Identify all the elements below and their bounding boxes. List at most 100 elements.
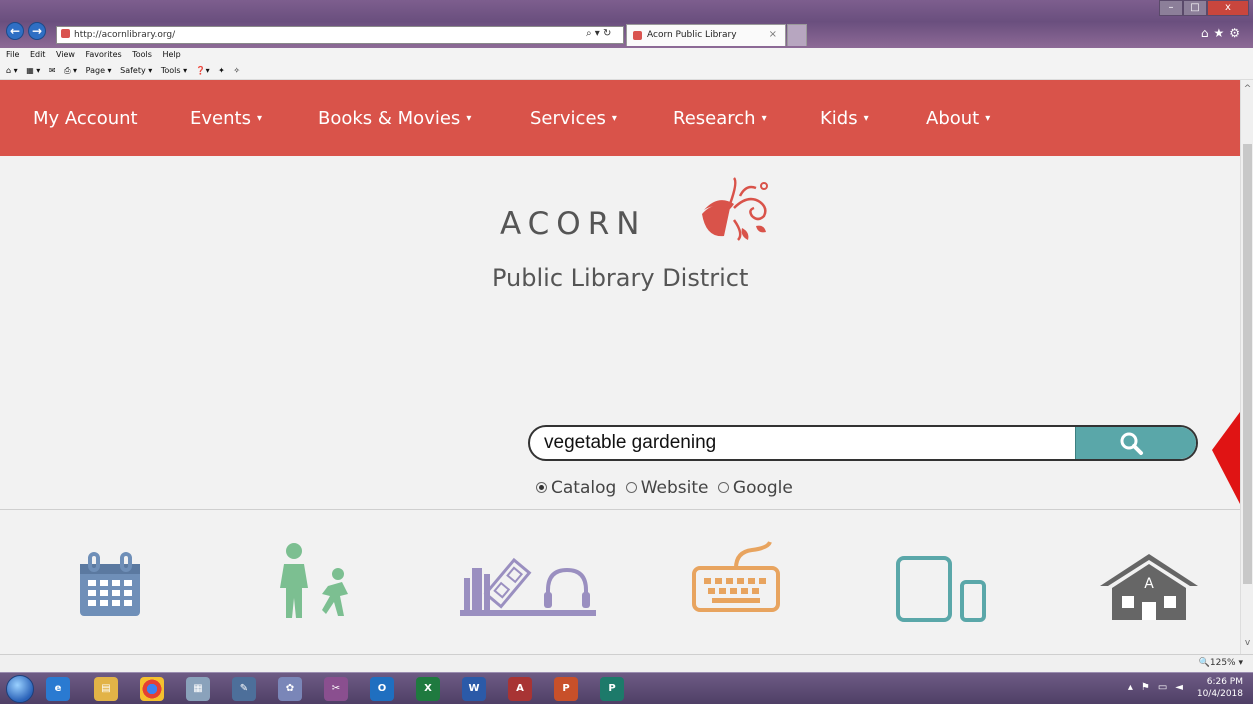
- paint-icon[interactable]: ✿: [278, 677, 302, 701]
- status-bar: 🔍125% ▾: [0, 654, 1253, 672]
- menu-tools[interactable]: Tools: [132, 50, 152, 59]
- feeds-icon[interactable]: ▦ ▾: [26, 66, 40, 75]
- file-explorer-icon[interactable]: ▤: [94, 677, 118, 701]
- chevron-down-icon: ▾: [863, 113, 869, 124]
- brand-subtitle: Public Library District: [492, 264, 749, 292]
- radio-website[interactable]: [625, 482, 637, 493]
- nav-events[interactable]: Events ▾: [190, 108, 262, 129]
- address-text: http://acornlibrary.org/: [74, 30, 176, 40]
- site-favicon-icon: [61, 29, 70, 38]
- clock[interactable]: 6:26 PM 10/4/2018: [1197, 676, 1243, 700]
- browser-right-icons: ⌂★⚙: [1201, 26, 1245, 40]
- keyboard-icon[interactable]: [690, 540, 782, 614]
- nav-kids[interactable]: Kids ▾: [820, 108, 869, 129]
- window-controls: – □ x: [1159, 0, 1249, 16]
- chevron-down-icon: ▾: [761, 113, 767, 124]
- address-bar[interactable]: http://acornlibrary.org/: [56, 26, 624, 44]
- nav-label: Events: [190, 108, 251, 129]
- calculator-icon[interactable]: ▦: [186, 677, 210, 701]
- menu-view[interactable]: View: [56, 50, 75, 59]
- close-button[interactable]: x: [1207, 0, 1249, 16]
- maximize-button[interactable]: □: [1183, 0, 1207, 16]
- tablet-phone-icon[interactable]: [896, 556, 988, 622]
- menu-file[interactable]: File: [6, 50, 19, 59]
- command-bar: ⌂ ▾ ▦ ▾ ✉ ⎙ ▾ Page ▾ Safety ▾ Tools ▾ ❓▾…: [0, 62, 1253, 80]
- house-icon[interactable]: A: [1096, 552, 1202, 622]
- menu-favorites[interactable]: Favorites: [86, 50, 122, 59]
- page-menu[interactable]: Page ▾: [86, 66, 112, 75]
- home-icon[interactable]: ⌂: [1201, 26, 1214, 40]
- menu-help[interactable]: Help: [162, 50, 180, 59]
- books-movies-icon[interactable]: [460, 552, 596, 618]
- tab-close-icon[interactable]: ×: [769, 25, 777, 45]
- minimize-button[interactable]: –: [1159, 0, 1183, 16]
- safety-menu[interactable]: Safety ▾: [120, 66, 152, 75]
- clock-date: 10/4/2018: [1196, 689, 1243, 699]
- scope-label-google: Google: [732, 478, 793, 498]
- chevron-down-icon: ▾: [466, 113, 472, 124]
- access-icon[interactable]: A: [508, 677, 532, 701]
- back-button[interactable]: ←: [6, 22, 24, 40]
- chrome-icon[interactable]: [140, 677, 164, 701]
- menu-edit[interactable]: Edit: [30, 50, 46, 59]
- calendar-icon[interactable]: [76, 552, 144, 620]
- tools-menu[interactable]: Tools ▾: [161, 66, 187, 75]
- radio-google[interactable]: [717, 482, 729, 493]
- site-nav: My Account Events ▾ Books & Movies ▾ Servi…: [0, 80, 1240, 156]
- print-icon[interactable]: ⎙ ▾: [64, 66, 77, 75]
- notes-icon[interactable]: ✎: [232, 677, 256, 701]
- svg-text:A: A: [1144, 576, 1154, 592]
- search-icon: [1120, 432, 1143, 455]
- nav-books-movies[interactable]: Books & Movies ▾: [318, 108, 471, 129]
- chevron-down-icon: ▾: [985, 113, 991, 124]
- scroll-down-icon[interactable]: v: [1242, 638, 1253, 648]
- zoom-level: 125%: [1209, 658, 1236, 668]
- zoom-control[interactable]: 🔍125% ▾: [1199, 655, 1243, 671]
- outlook-icon[interactable]: O: [370, 677, 394, 701]
- scroll-up-icon[interactable]: ^: [1242, 84, 1253, 94]
- excel-icon[interactable]: X: [416, 677, 440, 701]
- nav-research[interactable]: Research ▾: [673, 108, 767, 129]
- taskbar: e ▤ ▦ ✎ ✿ ✂ O X W A P P ▴⚑▭◄ 6:26 PM 10/…: [0, 672, 1253, 704]
- nav-services[interactable]: Services ▾: [530, 108, 617, 129]
- publisher-icon[interactable]: P: [600, 677, 624, 701]
- scroll-thumb[interactable]: [1243, 144, 1252, 584]
- radio-catalog[interactable]: [536, 482, 547, 493]
- page-content: ACORN Public Library District Catalog: [0, 156, 1240, 654]
- start-button[interactable]: [6, 675, 34, 703]
- onenote-icon[interactable]: ✧: [233, 66, 240, 75]
- home-icon[interactable]: ⌂ ▾: [6, 66, 18, 75]
- powerpoint-icon[interactable]: P: [554, 677, 578, 701]
- clock-time: 6:26 PM: [1206, 677, 1243, 687]
- tab-favicon-icon: [633, 31, 642, 40]
- scope-label-website: Website: [640, 478, 709, 498]
- search-scope: Catalog Website Google: [532, 478, 793, 498]
- nav-about[interactable]: About ▾: [926, 108, 990, 129]
- new-tab-button[interactable]: [787, 24, 807, 46]
- nav-label: Research: [673, 108, 756, 129]
- ie-icon[interactable]: e: [46, 677, 70, 701]
- nav-my-account[interactable]: My Account: [33, 108, 138, 129]
- screen: ← → http://acornlibrary.org/ ⌕ ▾ ↻ Acorn…: [0, 0, 1253, 704]
- favorites-star-icon[interactable]: ★: [1213, 26, 1229, 40]
- tab-title: Acorn Public Library: [647, 30, 737, 40]
- snipping-icon[interactable]: ✂: [324, 677, 348, 701]
- forward-button[interactable]: →: [28, 22, 46, 40]
- search-input[interactable]: [530, 427, 1075, 459]
- kids-icon[interactable]: [272, 542, 362, 622]
- research-icon[interactable]: ✦: [218, 66, 225, 75]
- vertical-scrollbar[interactable]: ^ v: [1240, 80, 1253, 654]
- system-tray-icons[interactable]: ▴⚑▭◄: [1128, 682, 1191, 693]
- address-tools[interactable]: ⌕ ▾ ↻: [586, 28, 611, 39]
- mail-icon[interactable]: ✉: [49, 66, 56, 75]
- settings-gear-icon[interactable]: ⚙: [1229, 26, 1245, 40]
- acorn-logo-icon: [702, 177, 768, 241]
- word-icon[interactable]: W: [462, 677, 486, 701]
- menu-bar: File Edit View Favorites Tools Help: [0, 48, 1253, 62]
- brand-name: ACORN: [500, 206, 647, 242]
- help-icon[interactable]: ❓▾: [196, 66, 210, 75]
- nav-label: Services: [530, 108, 606, 129]
- browser-tab[interactable]: Acorn Public Library ×: [626, 24, 786, 46]
- nav-label: Books & Movies: [318, 108, 461, 129]
- search-button[interactable]: [1075, 427, 1196, 459]
